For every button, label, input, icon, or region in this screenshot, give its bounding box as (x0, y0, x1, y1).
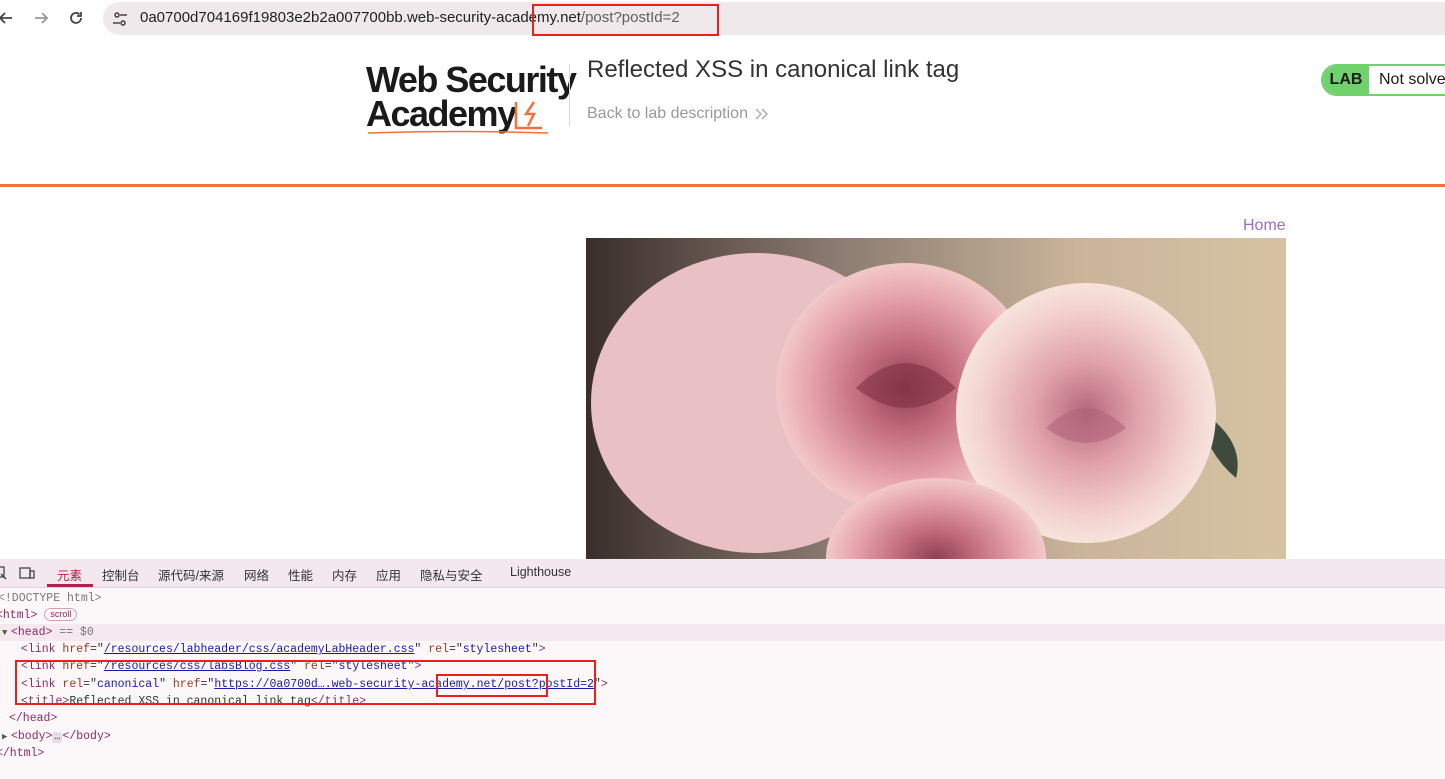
browser-toolbar: 0a0700d704169f19803e2b2a007700bb.web-sec… (0, 0, 1445, 40)
reload-icon[interactable] (62, 5, 90, 31)
tab-privacy-security[interactable]: 隐私与安全 (420, 565, 483, 584)
url-host: 0a0700d704169f19803e2b2a007700bb.web-sec… (140, 9, 538, 26)
inspect-element-icon[interactable] (0, 565, 8, 581)
tab-network[interactable]: 网络 (244, 565, 269, 584)
dom-line-doctype[interactable]: <!DOCTYPE html> (0, 590, 102, 607)
tab-sources[interactable]: 源代码/来源 (158, 565, 224, 584)
dom-line-body[interactable]: ▶ <body>… </body> (2, 728, 111, 746)
html-open-tag: <html> (0, 609, 38, 622)
devtools-tab-bar: 元素 控制台 源代码/来源 网络 性能 内存 应用 隐私与安全 Lighthou… (0, 559, 1445, 588)
header-divider (569, 64, 570, 126)
selected-node-marker: == $0 (59, 626, 94, 639)
collapse-caret-icon[interactable]: ▶ (2, 729, 11, 746)
blog-post-image (586, 238, 1286, 560)
lab-status-text: Not solve (1379, 71, 1445, 88)
body-close-tag: </body> (62, 730, 111, 743)
dom-line-head-open[interactable]: ▼ <head> == $0 (2, 624, 94, 642)
head-close-tag: </head> (9, 712, 58, 725)
lab-status-widget: LAB Not solve (1321, 64, 1445, 96)
device-toolbar-icon[interactable] (19, 565, 35, 581)
dom-line-link-header-css[interactable]: <link href="/resources/labheader/css/aca… (21, 641, 546, 658)
site-info-icon[interactable] (111, 10, 129, 28)
academy-bolt-icon (514, 101, 542, 130)
body-collapsed-ellipsis[interactable]: … (52, 732, 63, 743)
scroll-badge[interactable]: scroll (44, 608, 78, 621)
address-bar[interactable]: 0a0700d704169f19803e2b2a007700bb.web-sec… (103, 2, 1445, 35)
back-arrow-icon[interactable] (0, 5, 20, 31)
tab-console[interactable]: 控制台 (102, 565, 140, 584)
logo-underline (368, 130, 548, 134)
back-to-lab-description-link[interactable]: Back to lab description (587, 105, 748, 123)
html-close-tag: </html> (0, 747, 45, 760)
dom-line-html-open[interactable]: <html> scroll (0, 607, 78, 624)
lab-title: Reflected XSS in canonical link tag (587, 56, 960, 83)
forward-arrow-icon[interactable] (27, 5, 55, 31)
lab-status-badge: LAB (1323, 66, 1369, 94)
canonical-path-highlight-box (436, 674, 548, 697)
active-tab-indicator (47, 584, 93, 587)
tab-memory[interactable]: 内存 (332, 565, 357, 584)
home-link[interactable]: Home (1243, 217, 1286, 235)
dom-line-html-close[interactable]: </html> (0, 745, 44, 762)
logo-line-2: Academy (366, 93, 517, 134)
tab-lighthouse[interactable]: Lighthouse (510, 565, 571, 579)
web-security-academy-logo[interactable]: Web Security Academy (366, 60, 577, 136)
doctype-text: <!DOCTYPE html> (0, 592, 102, 605)
head-open-tag: <head> (11, 626, 53, 639)
double-chevron-right-icon (755, 108, 768, 120)
tab-elements[interactable]: 元素 (57, 565, 82, 584)
expand-caret-icon[interactable]: ▼ (2, 625, 11, 642)
link1-href[interactable]: /resources/labheader/css/academyLabHeade… (104, 643, 415, 656)
tab-performance[interactable]: 性能 (288, 565, 313, 584)
tab-application[interactable]: 应用 (376, 565, 401, 584)
url-highlight-box (532, 4, 719, 36)
dom-line-head-close[interactable]: </head> (9, 710, 57, 727)
body-open-tag: <body> (11, 730, 53, 743)
selected-row-highlight (0, 624, 1445, 641)
header-orange-rule (0, 184, 1445, 187)
link1-rel: stylesheet (462, 643, 532, 656)
